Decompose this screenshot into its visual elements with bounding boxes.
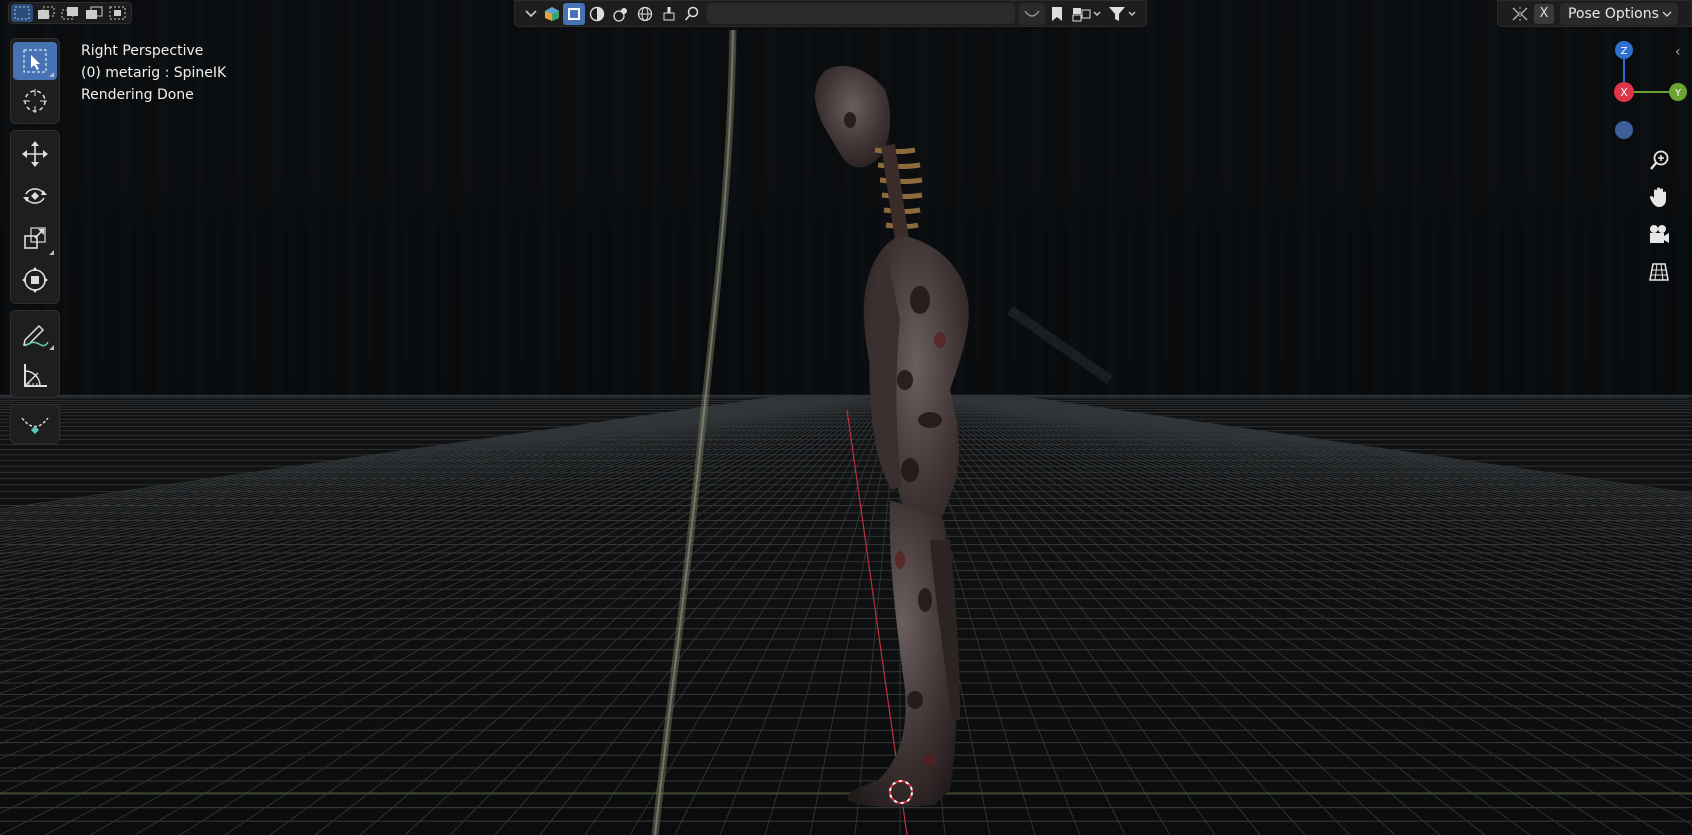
annotate-tool[interactable] xyxy=(13,314,57,353)
select-difference-icon[interactable] xyxy=(83,4,105,22)
toolbar-select-group xyxy=(10,38,60,124)
viewport-scene xyxy=(0,0,1692,835)
gizmo-neg-z-axis[interactable] xyxy=(1615,121,1633,139)
render-shading-icon[interactable] xyxy=(609,3,633,25)
cursor-tool[interactable] xyxy=(13,82,57,120)
x-mirror-toggle[interactable]: X xyxy=(1534,3,1554,24)
view-name: Right Perspective xyxy=(81,43,204,59)
viewport-info: Right Perspective (0) metarig : SpineIK … xyxy=(81,40,226,106)
sidebar-collapse-icon[interactable]: ‹ xyxy=(1675,44,1681,60)
toolbar-bone-group xyxy=(10,404,60,444)
search-text-field[interactable] xyxy=(715,5,989,22)
gizmo-z-label: Z xyxy=(1621,46,1628,57)
tool-variants-indicator xyxy=(49,250,54,255)
pose-options-area: X Pose Options xyxy=(1497,0,1692,27)
camera-view-icon[interactable] xyxy=(1641,218,1677,250)
mirror-icon[interactable] xyxy=(1508,3,1532,25)
tool-variants-indicator xyxy=(49,345,54,350)
pose-options-label: Pose Options xyxy=(1568,5,1659,22)
select-box-tool[interactable] xyxy=(13,42,57,80)
pose-options-dropdown[interactable]: Pose Options xyxy=(1560,2,1678,25)
chevron-down-icon xyxy=(1662,6,1672,22)
gizmo-x-label: X xyxy=(1620,86,1628,99)
chevron-down-icon[interactable] xyxy=(521,3,541,25)
rotate-tool[interactable] xyxy=(13,176,57,216)
ortho-grid-icon[interactable] xyxy=(1641,256,1677,288)
solid-shading-icon[interactable] xyxy=(563,2,585,25)
3d-viewport[interactable]: X Pose Options Right Perspective (0) met… xyxy=(0,0,1692,835)
measure-tool[interactable] xyxy=(13,355,57,394)
globe-icon[interactable] xyxy=(633,3,657,25)
zoom-icon[interactable] xyxy=(1641,144,1677,176)
filter-icon[interactable] xyxy=(1105,3,1141,25)
material-shading-icon[interactable] xyxy=(585,3,609,25)
select-extend-icon[interactable] xyxy=(35,4,57,22)
render-status: Rendering Done xyxy=(81,87,194,103)
search-icon[interactable] xyxy=(681,3,703,25)
scale-tool[interactable] xyxy=(13,218,57,258)
proportional-edit-icon[interactable] xyxy=(1019,2,1045,25)
gizmo-y-label: Y xyxy=(1674,88,1682,99)
selection-mode-bar xyxy=(8,2,132,24)
bookmark-icon[interactable] xyxy=(1045,3,1069,25)
object-label: (0) metarig : SpineIK xyxy=(81,65,227,81)
tool-variants-indicator xyxy=(49,72,54,77)
snap-target-icon[interactable] xyxy=(1069,3,1105,25)
transform-tool[interactable] xyxy=(13,260,57,300)
toolbar-transform-group xyxy=(10,130,60,304)
select-intersect-icon[interactable] xyxy=(107,4,129,22)
pan-hand-icon[interactable] xyxy=(1641,181,1677,213)
toolbar-annotate-group xyxy=(10,310,60,398)
brush-icon[interactable] xyxy=(657,3,681,25)
move-tool[interactable] xyxy=(13,134,57,174)
bone-envelope-tool[interactable] xyxy=(13,408,57,440)
select-subtract-icon[interactable] xyxy=(59,4,81,22)
select-new-icon[interactable] xyxy=(11,4,33,22)
overlay-color-icon[interactable] xyxy=(541,3,563,25)
viewport-header xyxy=(514,0,1147,27)
search-input[interactable] xyxy=(707,3,1015,24)
